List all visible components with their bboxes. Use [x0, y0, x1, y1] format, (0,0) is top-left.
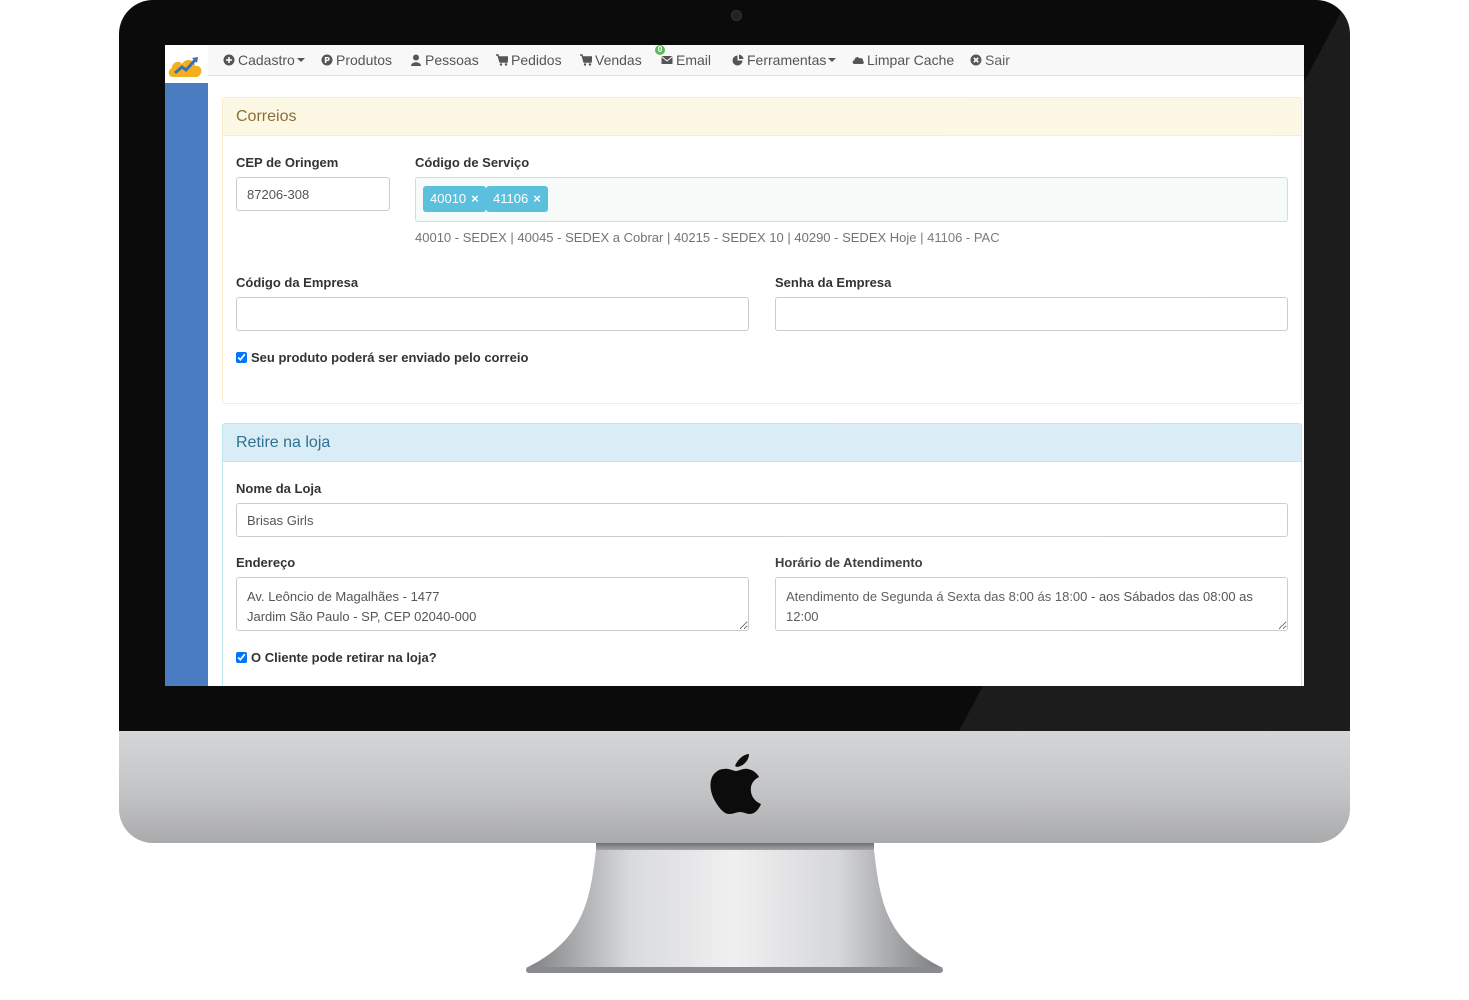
email-count-badge: 0 — [655, 45, 665, 55]
codigo-servico-help: 40010 - SEDEX | 40045 - SEDEX a Cobrar |… — [415, 230, 1000, 245]
remove-tag-icon[interactable]: × — [471, 191, 479, 206]
retire-na-loja-panel: Retire na loja Nome da Loja Endereço Av.… — [222, 423, 1302, 686]
enviar-correio-checkbox[interactable] — [236, 352, 247, 363]
cep-origem-input[interactable] — [236, 177, 390, 211]
senha-empresa-input[interactable] — [775, 297, 1288, 331]
nav-email[interactable]: 0 Email — [655, 45, 712, 68]
apple-logo-icon — [710, 754, 761, 814]
user-icon — [411, 54, 421, 66]
retirar-loja-option[interactable]: O Cliente pode retirar na loja? — [236, 650, 437, 665]
senha-empresa-label: Senha da Empresa — [775, 275, 892, 290]
service-tag-label: 40010 — [430, 191, 467, 206]
endereco-label: Endereço — [236, 555, 296, 570]
horario-label: Horário de Atendimento — [775, 555, 923, 570]
top-navbar: Cadastro P Produtos Pessoas Pedidos Vend… — [208, 45, 1304, 76]
remove-tag-icon[interactable]: × — [533, 191, 541, 206]
nome-loja-input[interactable] — [236, 503, 1288, 537]
pie-chart-icon — [732, 54, 744, 66]
codigo-servico-label: Código de Serviço — [415, 155, 530, 170]
envelope-icon — [661, 56, 673, 64]
correios-panel-title: Correios — [223, 98, 1301, 136]
cep-label: CEP de Oringem — [236, 155, 339, 170]
retirar-loja-checkbox[interactable] — [236, 652, 247, 663]
retire-panel-title: Retire na loja — [223, 424, 1301, 462]
enviar-correio-option[interactable]: Seu produto poderá ser enviado pelo corr… — [236, 350, 528, 365]
horario-textarea[interactable]: Atendimento de Segunda á Sexta das 8:00 … — [775, 577, 1288, 631]
nav-ferramentas-label: Ferramentas — [747, 52, 827, 68]
nav-limpar-cache-label: Limpar Cache — [867, 52, 955, 68]
codigo-servico-tag-input[interactable]: 40010 × 41106 × — [415, 177, 1288, 222]
nav-pessoas[interactable]: Pessoas — [410, 52, 479, 68]
chevron-down-icon — [828, 58, 837, 62]
nome-loja-label: Nome da Loja — [236, 481, 322, 496]
camera-icon — [731, 10, 742, 21]
service-tag-label: 41106 — [493, 191, 529, 206]
cart-icon — [580, 54, 592, 66]
nav-limpar-cache[interactable]: Limpar Cache — [852, 52, 954, 68]
nav-email-label: Email — [676, 52, 712, 68]
chevron-down-icon — [296, 58, 305, 62]
service-tag-41106: 41106 × — [486, 186, 548, 212]
correios-panel: Correios CEP de Oringem Código de Serviç… — [222, 97, 1302, 404]
nav-vendas-label: Vendas — [595, 52, 642, 68]
nav-cadastro-label: Cadastro — [238, 52, 295, 68]
nav-pedidos[interactable]: Pedidos — [496, 52, 562, 68]
brand-logo[interactable] — [165, 45, 208, 83]
nav-produtos-label: Produtos — [336, 52, 393, 68]
nav-pessoas-label: Pessoas — [425, 52, 479, 68]
nav-vendas[interactable]: Vendas — [580, 52, 642, 68]
nav-ferramentas[interactable]: Ferramentas — [732, 52, 837, 68]
nav-sair-label: Sair — [985, 52, 1010, 68]
plus-circle-icon — [223, 54, 235, 66]
nav-sair[interactable]: Sair — [970, 52, 1010, 68]
service-tag-40010: 40010 × — [423, 186, 486, 212]
x-circle-icon — [970, 54, 982, 66]
retirar-loja-label: O Cliente pode retirar na loja? — [251, 650, 437, 665]
nav-produtos[interactable]: P Produtos — [321, 52, 392, 68]
cart-icon — [496, 54, 508, 66]
nav-pedidos-label: Pedidos — [511, 52, 562, 68]
enviar-correio-label: Seu produto poderá ser enviado pelo corr… — [251, 350, 529, 365]
codigo-empresa-input[interactable] — [236, 297, 749, 331]
svg-text:P: P — [324, 56, 330, 65]
app-screen: Cadastro P Produtos Pessoas Pedidos Vend… — [165, 45, 1304, 686]
cloud-chart-logo-icon — [168, 57, 202, 77]
sidebar — [165, 45, 208, 686]
codigo-empresa-label: Código da Empresa — [236, 275, 359, 290]
p-circle-icon: P — [321, 54, 333, 66]
cloud-icon — [852, 57, 864, 64]
endereco-textarea[interactable]: Av. Leôncio de Magalhães - 1477 Jardim S… — [236, 577, 749, 631]
nav-cadastro[interactable]: Cadastro — [223, 52, 305, 68]
main-content: Correios CEP de Oringem Código de Serviç… — [208, 76, 1304, 686]
